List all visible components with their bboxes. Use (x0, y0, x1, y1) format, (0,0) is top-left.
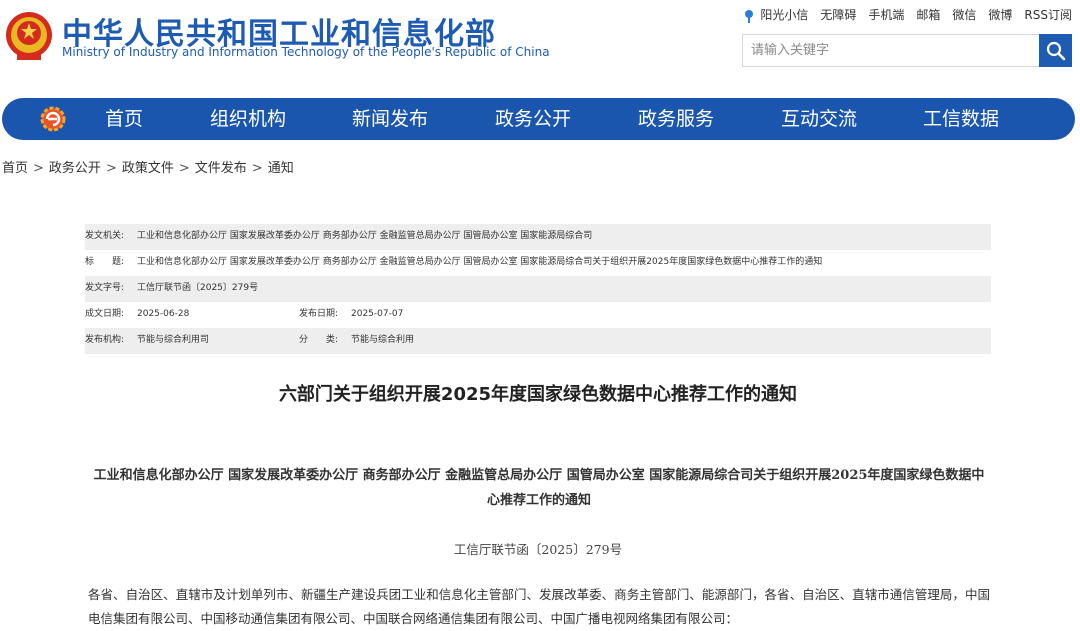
main-nav: 首页 组织机构 新闻发布 政务公开 政务服务 互动交流 工信数据 (2, 98, 1075, 140)
info-row-title: 标 题: 工业和信息化部办公厅 国家发展改革委办公厅 商务部办公厅 金融监管总局… (85, 250, 991, 276)
article-body: 各省、自治区、直辖市及计划单列市、新疆生产建设兵团工业和信息化主管部门、发展改革… (88, 587, 990, 626)
mobile-link[interactable]: 手机端 (868, 6, 904, 23)
nav-logo-icon[interactable] (40, 106, 66, 132)
agency-label: 发布机构: (85, 335, 125, 345)
breadcrumb-item[interactable]: 政策文件 (122, 161, 174, 176)
nav-item-gov-services[interactable]: 政务服务 (638, 98, 714, 140)
sun-icon (745, 9, 754, 23)
nav-item-home[interactable]: 首页 (105, 98, 143, 140)
breadcrumb-item[interactable]: 通知 (268, 161, 294, 176)
nav-item-interaction[interactable]: 互动交流 (781, 98, 857, 140)
created-date-label: 成文日期: (85, 309, 125, 319)
sunshine-link[interactable]: 阳光小信 (741, 6, 808, 24)
breadcrumb-separator: > (33, 161, 44, 176)
accessibility-link[interactable]: 无障碍 (820, 6, 856, 23)
search-icon (1046, 41, 1065, 60)
info-row-agency: 发布机构: 节能与综合利用司 分 类: 节能与综合利用 (85, 328, 991, 354)
search-input[interactable] (743, 35, 1049, 66)
top-link-label: 阳光小信 (760, 8, 809, 22)
category-value: 节能与综合利用 (351, 335, 415, 345)
title-value: 工业和信息化部办公厅 国家发展改革委办公厅 商务部办公厅 金融监管总局办公厅 国… (137, 257, 823, 267)
nav-item-data[interactable]: 工信数据 (923, 98, 999, 140)
info-row-dates: 成文日期: 2025-06-28 发布日期: 2025-07-07 (85, 302, 991, 328)
mailbox-link[interactable]: 邮箱 (916, 6, 940, 23)
title-label: 标 题: (85, 257, 125, 267)
created-date-value: 2025-06-28 (137, 309, 190, 319)
breadcrumb-item[interactable]: 首页 (2, 161, 28, 176)
site-title-en: Ministry of Industry and Information Tec… (62, 45, 550, 59)
info-row-issuer: 发文机关: 工业和信息化部办公厅 国家发展改革委办公厅 商务部办公厅 金融监管总… (85, 224, 991, 250)
article-title: 六部门关于组织开展2025年度国家绿色数据中心推荐工作的通知 (278, 384, 798, 405)
info-row-doc-number: 发文字号: 工信厅联节函〔2025〕279号 (85, 276, 991, 302)
nav-item-organization[interactable]: 组织机构 (210, 98, 286, 140)
site-header: 中华人民共和国工业和信息化部 Ministry of Industry and … (0, 0, 1080, 90)
breadcrumb-separator: > (105, 161, 117, 176)
breadcrumb-item[interactable]: 政务公开 (49, 161, 101, 176)
document-info-table: 发文机关: 工业和信息化部办公厅 国家发展改革委办公厅 商务部办公厅 金融监管总… (85, 224, 991, 354)
nav-item-news[interactable]: 新闻发布 (352, 98, 428, 140)
article-subtitle: 工业和信息化部办公厅 国家发展改革委办公厅 商务部办公厅 金融监管总局办公厅 国… (93, 468, 985, 508)
doc-number-value: 工信厅联节函〔2025〕279号 (137, 283, 259, 293)
doc-number-label: 发文字号: (85, 283, 125, 293)
weibo-link[interactable]: 微博 (988, 6, 1012, 23)
breadcrumb-separator: > (178, 161, 190, 176)
search-box (742, 34, 1072, 67)
issuer-value: 工业和信息化部办公厅 国家发展改革委办公厅 商务部办公厅 金融监管总局办公厅 国… (137, 231, 593, 241)
issuer-label: 发文机关: (85, 231, 125, 241)
rss-link[interactable]: RSS订阅 (1024, 6, 1072, 23)
national-emblem-icon[interactable] (4, 9, 54, 63)
article-doc-number: 工信厅联节函〔2025〕279号 (453, 542, 623, 557)
breadcrumb: 首页 > 政务公开 > 政策文件 > 文件发布 > 通知 (2, 157, 294, 176)
category-label: 分 类: (299, 335, 339, 345)
agency-value: 节能与综合利用司 (137, 335, 210, 345)
wechat-link[interactable]: 微信 (952, 6, 976, 23)
published-date-value: 2025-07-07 (351, 309, 404, 319)
breadcrumb-item[interactable]: 文件发布 (195, 161, 247, 176)
top-links: 阳光小信 无障碍 手机端 邮箱 微信 微博 RSS订阅 (741, 6, 1072, 24)
nav-item-gov-affairs[interactable]: 政务公开 (495, 98, 571, 140)
breadcrumb-separator: > (251, 161, 263, 176)
published-date-label: 发布日期: (299, 309, 339, 319)
search-button[interactable] (1039, 34, 1072, 67)
